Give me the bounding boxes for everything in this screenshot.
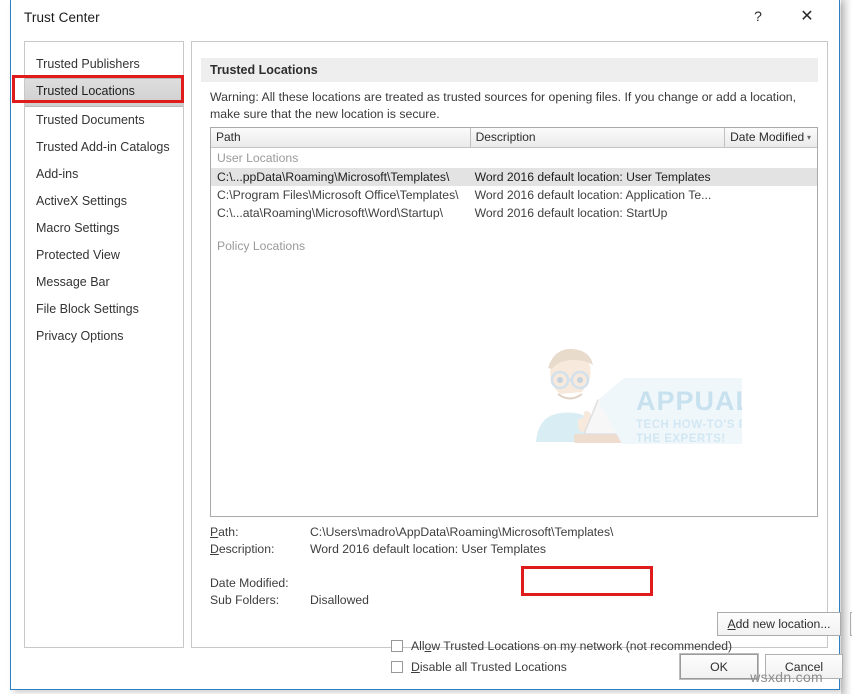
row-date-modified — [725, 186, 817, 204]
sidebar-item-file-block-settings[interactable]: File Block Settings — [25, 296, 183, 323]
detail-date-modified-row: Date Modified: — [210, 575, 820, 592]
detail-sub-folders-value: Disallowed — [310, 593, 369, 607]
detail-sub-folders-label: Sub Folders: — [210, 593, 280, 607]
trust-center-dialog: Trust Center ? ✕ Trusted Publishers Trus… — [10, 0, 852, 690]
column-header-date-modified-label: Date Modified — [730, 130, 805, 144]
allow-network-locations-row[interactable]: Allow Trusted Locations on my network (n… — [391, 639, 732, 653]
page-edge-shadow — [841, 0, 852, 694]
column-header-path-label: Path — [216, 130, 241, 144]
wsxdn-watermark: wsxdn.com — [750, 669, 823, 685]
detail-description-row: Description: Word 2016 default location:… — [210, 541, 820, 558]
detail-date-modified-value — [310, 575, 820, 592]
column-header-path[interactable]: Path — [211, 128, 471, 147]
category-sidebar: Trusted Publishers Trusted Locations Tru… — [24, 41, 184, 648]
group-header-user-locations: User Locations — [217, 151, 299, 165]
detail-description-value: Word 2016 default location: User Templat… — [310, 542, 546, 556]
group-header-policy-locations: Policy Locations — [217, 239, 306, 253]
column-header-description-label: Description — [475, 130, 536, 144]
row-description: Word 2016 default location: User Templat… — [474, 170, 711, 184]
row-path: C:\...ppData\Roaming\Microsoft\Templates… — [217, 170, 450, 184]
detail-path-label-rest: ath: — [218, 525, 239, 539]
list-column-headers: Path Description Date Modified ▾ — [211, 128, 817, 148]
detail-sub-folders-row: Sub Folders: Disallowed — [210, 592, 820, 609]
ok-button[interactable]: OK — [679, 653, 759, 680]
help-icon[interactable]: ? — [736, 0, 780, 33]
row-date-modified — [725, 204, 817, 222]
detail-path-label: Path: — [210, 525, 239, 539]
detail-spacer — [210, 558, 820, 575]
detail-description-label-rest: escription: — [218, 542, 275, 556]
disable-all-trusted-locations-row[interactable]: Disable all Trusted Locations — [391, 660, 567, 674]
trusted-locations-list[interactable]: Path Description Date Modified ▾ User Lo… — [210, 127, 818, 517]
row-path: C:\...ata\Roaming\Microsoft\Word\Startup… — [217, 206, 444, 220]
detail-description-label: Description: — [210, 542, 275, 556]
close-icon[interactable]: ✕ — [785, 0, 829, 33]
sidebar-item-activex-settings[interactable]: ActiveX Settings — [25, 188, 183, 215]
sidebar-item-add-ins[interactable]: Add-ins — [25, 161, 183, 188]
detail-path-row: Path: C:\Users\madro\AppData\Roaming\Mic… — [210, 524, 820, 541]
sidebar-item-trusted-add-in-catalogs[interactable]: Trusted Add-in Catalogs — [25, 134, 183, 161]
row-path: C:\Program Files\Microsoft Office\Templa… — [217, 188, 459, 202]
detail-date-modified-label: Date Modified: — [210, 576, 289, 590]
sidebar-item-message-bar[interactable]: Message Bar — [25, 269, 183, 296]
sidebar-item-trusted-locations[interactable]: Trusted Locations — [25, 78, 183, 107]
add-new-location-label-rest: dd new location... — [735, 617, 831, 631]
sidebar-item-trusted-publishers[interactable]: Trusted Publishers — [25, 51, 183, 78]
row-description: Word 2016 default location: Application … — [474, 188, 712, 202]
disable-all-trusted-locations-label: Disable all Trusted Locations — [411, 660, 567, 674]
add-new-location-button[interactable]: Add new location... — [717, 612, 841, 636]
column-header-description[interactable]: Description — [470, 128, 726, 147]
table-row[interactable]: C:\Program Files\Microsoft Office\Templa… — [211, 186, 817, 204]
sidebar-item-protected-view[interactable]: Protected View — [25, 242, 183, 269]
selected-location-details: Path: C:\Users\madro\AppData\Roaming\Mic… — [210, 524, 820, 609]
title-bar: Trust Center ? ✕ — [11, 0, 839, 37]
panel-title: Trusted Locations — [201, 58, 818, 82]
allow-network-locations-checkbox[interactable] — [391, 640, 403, 652]
detail-path-value: C:\Users\madro\AppData\Roaming\Microsoft… — [310, 525, 614, 539]
row-description: Word 2016 default location: StartUp — [474, 206, 668, 220]
sort-descending-icon: ▾ — [806, 133, 811, 142]
table-row[interactable]: C:\...ppData\Roaming\Microsoft\Templates… — [211, 168, 817, 186]
allow-network-locations-label: Allow Trusted Locations on my network (n… — [411, 639, 733, 653]
disable-all-trusted-locations-checkbox[interactable] — [391, 661, 403, 673]
warning-message: Warning: All these locations are treated… — [210, 90, 797, 121]
row-date-modified — [725, 168, 817, 186]
sidebar-item-trusted-documents[interactable]: Trusted Documents — [25, 107, 183, 134]
trusted-locations-panel: Trusted Locations Warning: All these loc… — [191, 41, 852, 674]
window-title: Trust Center — [24, 10, 100, 25]
sidebar-item-privacy-options[interactable]: Privacy Options — [25, 323, 183, 350]
table-row[interactable]: C:\...ata\Roaming\Microsoft\Word\Startup… — [211, 204, 817, 222]
column-header-date-modified[interactable]: Date Modified ▾ — [725, 128, 817, 147]
sidebar-item-macro-settings[interactable]: Macro Settings — [25, 215, 183, 242]
